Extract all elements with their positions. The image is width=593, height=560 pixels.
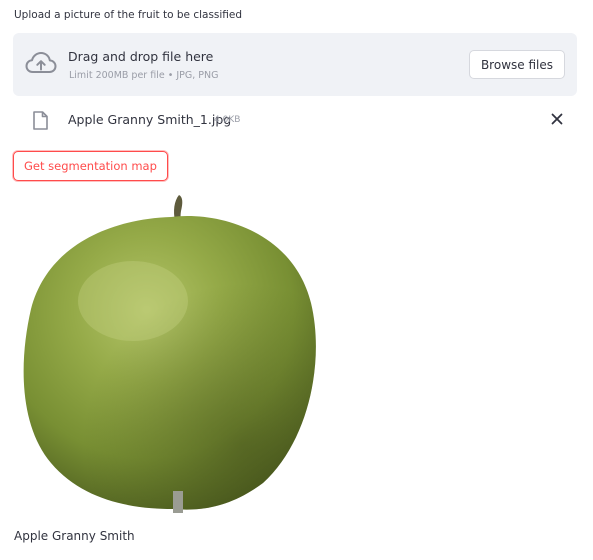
fruit-image xyxy=(23,195,316,513)
prediction-caption: Apple Granny Smith xyxy=(14,529,135,543)
dropzone-title: Drag and drop file here xyxy=(68,49,214,64)
file-name: Apple Granny Smith_1.jpg xyxy=(68,112,232,127)
upload-label: Upload a picture of the fruit to be clas… xyxy=(14,9,243,21)
browse-files-button[interactable]: Browse files xyxy=(468,50,565,79)
cloud-upload-icon xyxy=(25,52,57,73)
close-icon[interactable] xyxy=(549,111,565,127)
file-dropzone[interactable]: Drag and drop file here Limit 200MB per … xyxy=(13,33,577,96)
file-icon xyxy=(33,111,48,130)
get-segmentation-map-button[interactable]: Get segmentation map xyxy=(13,151,168,181)
dropzone-hint: Limit 200MB per file • JPG, PNG xyxy=(69,70,219,81)
uploaded-file-row: Apple Granny Smith_1.jpg 4.0KB xyxy=(13,104,577,136)
file-size: 4.0KB xyxy=(214,115,241,125)
